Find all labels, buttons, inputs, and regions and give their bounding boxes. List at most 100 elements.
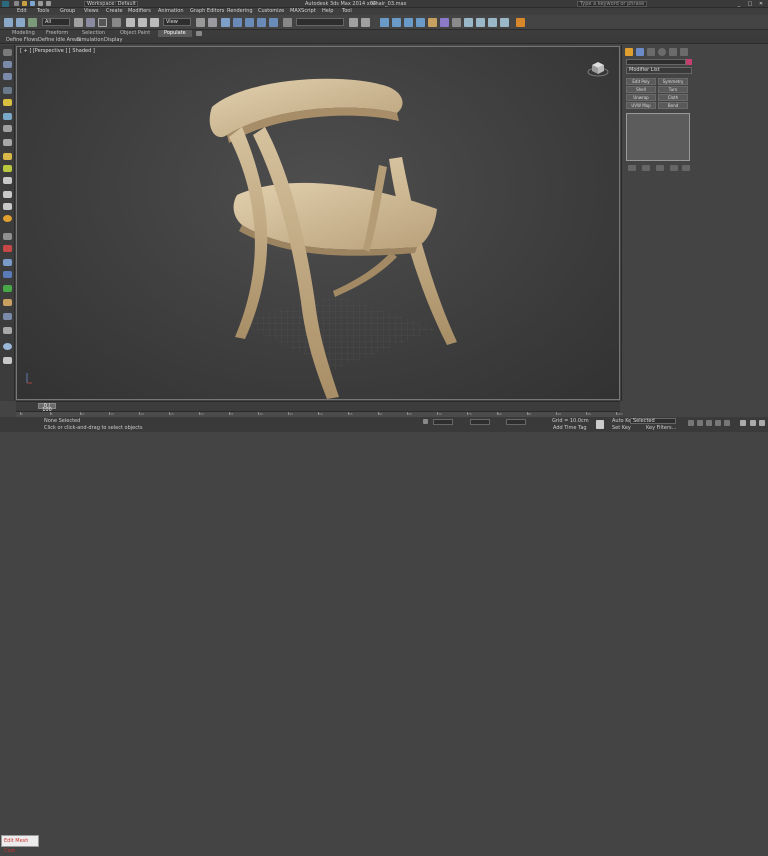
turn-button[interactable]: Turn [658,86,688,93]
perspective-viewport[interactable]: [ + ] [Perspective ] [ Shaded ] [16,46,620,400]
layer-manager-icon[interactable] [380,18,389,27]
object-color-swatch[interactable] [686,59,692,65]
rotate-icon[interactable] [138,18,147,27]
symmetry-button[interactable]: Symmetry [658,78,688,85]
uvw-map-button[interactable]: UVW Map [626,102,656,109]
spinner-snap-icon[interactable] [269,18,278,27]
y-coordinate-field[interactable] [470,419,490,425]
menu-rendering[interactable]: Rendering [227,8,253,15]
tool-icon[interactable] [3,191,12,198]
ribbon-options-icon[interactable] [196,31,202,36]
zoom-icon[interactable] [740,420,746,426]
tool-icon[interactable] [3,233,12,240]
maxscript-listener[interactable]: Edit Mesh Com [1,835,39,854]
angle-snap-icon[interactable] [245,18,254,27]
time-slider[interactable]: 0 / 100 [38,403,56,413]
tool-icon[interactable] [3,177,12,184]
favorites-star-icon[interactable] [516,18,525,27]
align-icon[interactable] [361,18,370,27]
mirror-icon[interactable] [349,18,358,27]
tool-icon[interactable] [3,165,12,172]
show-end-result-icon[interactable] [642,165,650,171]
menu-views[interactable]: Views [84,8,98,15]
define-idle-areas-button[interactable]: Define Idle Areas [38,37,81,44]
tool-icon[interactable] [3,153,12,160]
lock-selection-icon[interactable] [423,419,428,424]
simulation-button[interactable]: Simulation [77,37,104,44]
define-flows-button[interactable]: Define Flows [6,37,38,44]
save-file-icon[interactable] [30,1,35,6]
hierarchy-tab-icon[interactable] [647,48,655,56]
selection-region-icon[interactable] [98,18,107,27]
undo-tool-icon[interactable] [4,18,13,27]
play-icon[interactable] [706,420,712,426]
menu-maxscript[interactable]: MAXScript [290,8,316,15]
tool-icon[interactable] [3,125,12,132]
tool-icon[interactable] [3,313,12,320]
modify-tab-icon[interactable] [636,48,644,56]
menu-help[interactable]: Help [322,8,333,15]
render-iterative-icon[interactable] [476,18,485,27]
tool-icon[interactable] [3,343,12,350]
pan-icon[interactable] [750,420,756,426]
maximize-button[interactable]: □ [745,0,755,8]
add-time-tag[interactable]: Add Time Tag [553,425,587,431]
remove-modifier-icon[interactable] [670,165,678,171]
pin-stack-icon[interactable] [628,165,636,171]
unwrap-button[interactable]: Unwrap [626,94,656,101]
key-mode-icon[interactable] [596,420,604,429]
search-input[interactable]: Type a keyword or phrase [577,1,647,7]
undo-icon[interactable] [38,1,43,6]
menu-modifiers[interactable]: Modifiers [128,8,151,15]
snaps-toggle-icon[interactable] [233,18,242,27]
go-to-end-icon[interactable] [724,420,730,426]
menu-tool[interactable]: Tool [342,8,352,15]
tool-icon[interactable] [3,259,12,266]
keyboard-shortcut-icon[interactable] [221,18,230,27]
tool-icon[interactable] [3,327,12,334]
app-logo-icon[interactable] [2,1,9,7]
edit-poly-button[interactable]: Edit Poly [626,78,656,85]
key-selection-dropdown[interactable]: Selected [630,418,676,424]
percent-snap-icon[interactable] [257,18,266,27]
modifier-stack[interactable] [626,113,690,161]
workspace-dropdown[interactable]: Workspace: Default [84,1,138,7]
previous-frame-icon[interactable] [697,420,703,426]
render-online-icon[interactable] [500,18,509,27]
tool-icon[interactable] [3,203,12,210]
tool-icon[interactable] [3,113,12,120]
viewcube-icon[interactable] [587,59,609,77]
select-manipulate-icon[interactable] [208,18,217,27]
close-button[interactable]: ✕ [756,0,766,8]
tool-icon[interactable] [3,357,12,364]
curve-editor-icon[interactable] [404,18,413,27]
tab-object-paint[interactable]: Object Paint [120,30,150,37]
schematic-view-icon[interactable] [416,18,425,27]
bend-button[interactable]: Bend [658,102,688,109]
tool-icon[interactable] [3,87,12,94]
menu-tools[interactable]: Tools [37,8,49,15]
menu-customize[interactable]: Customize [258,8,284,15]
tool-icon[interactable] [3,245,12,252]
link-icon[interactable] [16,18,25,27]
tab-freeform[interactable]: Freeform [46,30,68,37]
motion-tab-icon[interactable] [658,48,666,56]
select-object-icon[interactable] [74,18,83,27]
tab-selection[interactable]: Selection [82,30,105,37]
activeshade-icon[interactable] [488,18,497,27]
pivot-center-icon[interactable] [196,18,205,27]
reference-coordinate-dropdown[interactable]: View [163,18,191,26]
graphite-toolbar-icon[interactable] [392,18,401,27]
minimize-button[interactable]: _ [734,0,744,8]
render-production-icon[interactable] [464,18,473,27]
display-tab-icon[interactable] [669,48,677,56]
named-selection-dropdown[interactable] [296,18,344,26]
menu-group[interactable]: Group [60,8,75,15]
menu-edit[interactable]: Edit [17,8,27,15]
set-key-button[interactable]: Set Key [612,425,631,431]
bind-space-warp-icon[interactable] [28,18,37,27]
create-tab-icon[interactable] [625,48,633,56]
menu-graph-editors[interactable]: Graph Editors [190,8,224,15]
object-name-field[interactable] [626,59,686,65]
tool-icon[interactable] [3,271,12,278]
